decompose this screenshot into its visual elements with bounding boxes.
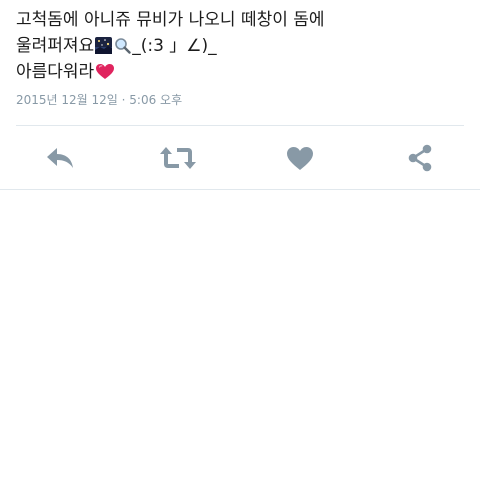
reply-button[interactable] <box>44 144 76 172</box>
night-sky-emoji <box>95 37 113 54</box>
tweet-text-segment: 울려퍼져요 <box>16 36 95 56</box>
retweet-button[interactable] <box>159 144 197 172</box>
tweet-text-segment: 아름다워라 <box>16 62 95 82</box>
reply-icon <box>45 146 75 170</box>
tweet-text: 고척돔에 아니쥬 뮤비가 나오니 떼창이 돔에 울려퍼져요 _(:3 」∠)_ <box>16 7 466 85</box>
share-icon <box>406 144 434 172</box>
retweet-icon <box>159 145 197 171</box>
magnifying-glass-emoji <box>114 37 131 54</box>
tweet-text-line-1: 고척돔에 아니쥬 뮤비가 나오니 떼창이 돔에 <box>16 10 325 30</box>
tweet-timestamp[interactable]: 2015년 12월 12일 · 5:06 오후 <box>16 92 182 108</box>
share-button[interactable] <box>404 144 436 172</box>
like-icon <box>286 146 314 171</box>
like-button[interactable] <box>284 144 316 172</box>
kaomoji: _(:3 」∠)_ <box>132 36 217 56</box>
heart-emoji <box>95 63 115 80</box>
tweet-text-line-3: 아름다워라 <box>16 59 466 85</box>
divider <box>0 189 480 190</box>
tweet-text-line-2: 울려퍼져요 _(:3 」∠)_ <box>16 33 466 59</box>
tweet-actions <box>0 126 480 189</box>
